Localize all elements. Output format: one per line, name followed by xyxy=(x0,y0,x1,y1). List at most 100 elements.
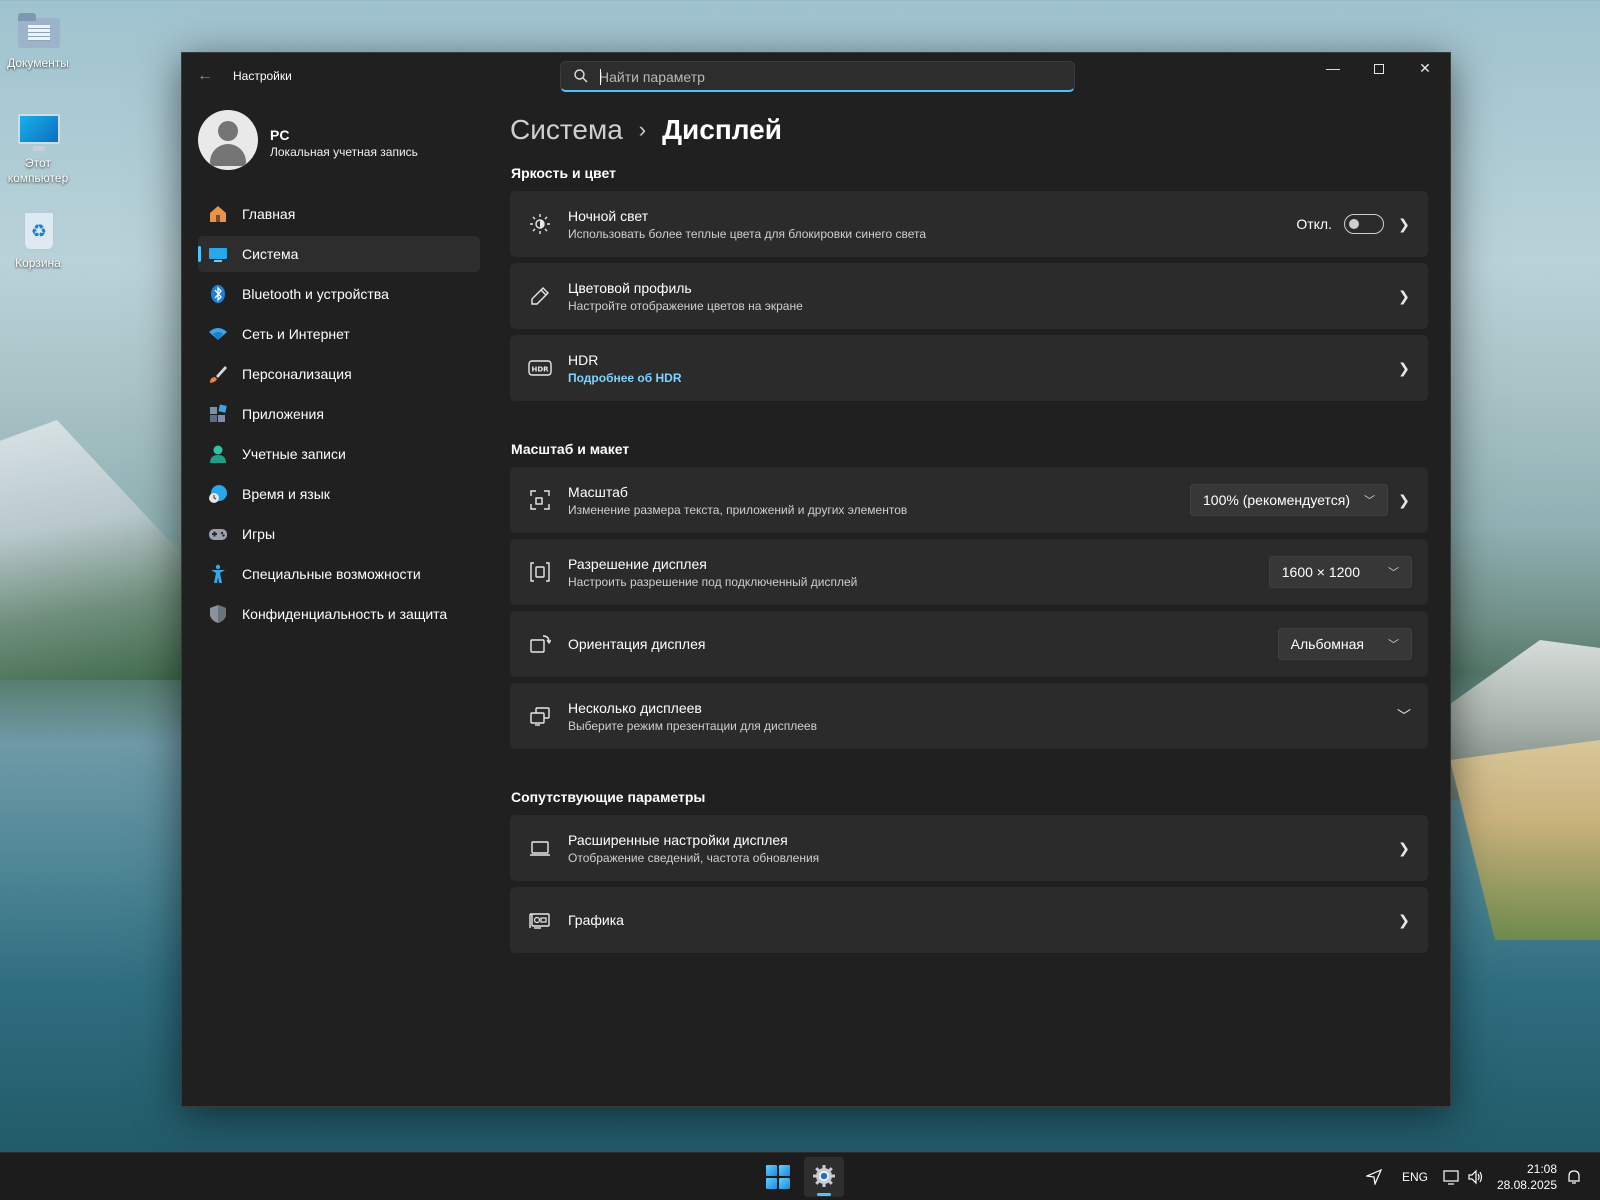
wifi-icon xyxy=(208,324,228,344)
sidebar-item-time-language[interactable]: Время и язык xyxy=(198,476,480,512)
sidebar-item-label: Конфиденциальность и защита xyxy=(242,606,448,622)
chevron-right-icon: ❯ xyxy=(1398,359,1410,376)
location-icon[interactable] xyxy=(1366,1153,1382,1200)
multiple-displays-card[interactable]: Несколько дисплеев Выберите режим презен… xyxy=(510,683,1428,749)
windows-logo-icon xyxy=(766,1165,777,1176)
network-icon[interactable] xyxy=(1443,1153,1461,1200)
desktop-icon-recycle-bin[interactable]: ♻ Корзина xyxy=(0,212,76,271)
chevron-down-icon: ﹀ xyxy=(1388,639,1399,651)
settings-window: ← Настройки — ✕ PC Локальная учетная зап… xyxy=(181,52,1451,1107)
sidebar-item-accessibility[interactable]: Специальные возможности xyxy=(198,556,480,592)
chevron-down-icon: ﹀ xyxy=(1397,708,1411,724)
desktop-icon-label: Корзина xyxy=(15,256,61,270)
night-light-card[interactable]: Ночной свет Использовать более теплые цв… xyxy=(510,191,1428,257)
chevron-right-icon: ❯ xyxy=(1398,911,1410,928)
system-icon xyxy=(208,244,228,264)
clock-date: 28.08.2025 xyxy=(1496,1178,1557,1192)
input-language[interactable]: ENG xyxy=(1402,1153,1428,1200)
notification-bell-icon[interactable] xyxy=(1566,1153,1582,1200)
section-title-scale-layout: Масштаб и макет xyxy=(511,441,630,457)
time-language-icon xyxy=(208,484,228,504)
sidebar-item-bluetooth[interactable]: Bluetooth и устройства xyxy=(198,276,480,312)
chevron-right-icon: ❯ xyxy=(1398,491,1410,508)
resolution-dropdown[interactable]: 1600 × 1200 ﹀ xyxy=(1268,556,1412,588)
hdr-card[interactable]: HDR HDR Подробнее об HDR ❯ xyxy=(510,335,1428,401)
section-title-related: Сопутствующие параметры xyxy=(511,789,706,805)
back-button[interactable]: ← xyxy=(192,63,218,89)
desktop-icon-documents[interactable]: Документы xyxy=(0,12,76,71)
sidebar-item-label: Bluetooth и устройства xyxy=(242,286,389,302)
orientation-title: Ориентация дисплея xyxy=(568,636,706,652)
resolution-icon xyxy=(528,560,552,584)
arrow-left-icon: ← xyxy=(197,67,213,84)
breadcrumb-separator: › xyxy=(638,117,647,142)
orientation-card[interactable]: Ориентация дисплея Альбомная ﹀ xyxy=(510,611,1428,677)
sidebar-item-network[interactable]: Сеть и Интернет xyxy=(198,316,480,352)
sidebar-item-label: Приложения xyxy=(242,406,324,422)
app-title: Настройки xyxy=(233,69,292,83)
hdr-learn-more-link[interactable]: Подробнее об HDR xyxy=(568,371,1388,385)
sidebar-item-accounts[interactable]: Учетные записи xyxy=(198,436,480,472)
search-box[interactable] xyxy=(560,61,1075,92)
orientation-dropdown[interactable]: Альбомная ﹀ xyxy=(1277,628,1412,660)
rotate-display-icon xyxy=(528,632,552,656)
sidebar-item-label: Игры xyxy=(242,526,276,542)
resolution-card[interactable]: Разрешение дисплея Настроить разрешение … xyxy=(510,539,1428,605)
taskbar: ENG 21:08 28.08.2025 xyxy=(0,1152,1600,1200)
sidebar-item-gaming[interactable]: Игры xyxy=(198,516,480,552)
chevron-down-icon: ﹀ xyxy=(1364,495,1375,507)
color-profile-subtitle: Настройте отображение цветов на экране xyxy=(568,298,803,313)
gamepad-icon xyxy=(208,524,228,544)
sidebar-item-system[interactable]: Система xyxy=(198,236,480,272)
wallpaper-hill-left xyxy=(0,420,190,680)
breadcrumb: Система › Дисплей xyxy=(510,109,1428,151)
apps-icon xyxy=(208,404,228,424)
sidebar-item-privacy[interactable]: Конфиденциальность и защита xyxy=(198,596,480,632)
laptop-icon xyxy=(528,836,552,860)
advanced-display-subtitle: Отображение сведений, частота обновления xyxy=(568,850,820,865)
breadcrumb-parent[interactable]: Система xyxy=(510,114,623,146)
hdr-icon: HDR xyxy=(528,356,552,380)
scale-title: Масштаб xyxy=(568,483,628,500)
advanced-display-card[interactable]: Расширенные настройки дисплея Отображени… xyxy=(510,815,1428,881)
shield-icon xyxy=(208,604,228,624)
sidebar-item-label: Главная xyxy=(242,206,296,222)
search-input[interactable] xyxy=(599,66,1059,88)
sidebar-item-personalization[interactable]: Персонализация xyxy=(198,356,480,392)
graphics-card[interactable]: Графика ❯ xyxy=(510,887,1428,953)
scale-dropdown-value: 100% (рекомендуется) xyxy=(1203,492,1350,508)
search-icon xyxy=(574,69,588,83)
resolution-title: Разрешение дисплея xyxy=(568,555,707,572)
sidebar-item-label: Сеть и Интернет xyxy=(242,326,350,342)
eyedropper-icon xyxy=(528,284,552,308)
sidebar-nav: Главная Система Bluetooth и устройства С… xyxy=(198,196,480,636)
chevron-right-icon: ❯ xyxy=(1398,215,1410,232)
night-light-toggle[interactable] xyxy=(1344,214,1384,234)
volume-icon[interactable] xyxy=(1467,1153,1485,1200)
start-button[interactable] xyxy=(766,1165,790,1189)
scale-card[interactable]: Масштаб Изменение размера текста, прилож… xyxy=(510,467,1428,533)
orientation-dropdown-value: Альбомная xyxy=(1290,636,1364,652)
minimize-button[interactable]: — xyxy=(1310,53,1356,85)
user-profile[interactable]: PC Локальная учетная запись xyxy=(198,110,478,172)
multiple-displays-subtitle: Выберите режим презентации для дисплеев xyxy=(568,718,817,733)
sidebar-item-home[interactable]: Главная xyxy=(198,196,480,232)
main-content: Система › Дисплей Яркость и цвет Ночной … xyxy=(510,109,1428,959)
multiple-displays-title: Несколько дисплеев xyxy=(568,699,702,716)
taskbar-settings-app[interactable] xyxy=(804,1157,844,1197)
close-button[interactable]: ✕ xyxy=(1402,53,1448,85)
scale-dropdown[interactable]: 100% (рекомендуется) ﹀ xyxy=(1190,484,1388,516)
color-profile-card[interactable]: Цветовой профиль Настройте отображение ц… xyxy=(510,263,1428,329)
desktop-icon-this-pc[interactable]: Этот компьютер xyxy=(0,112,76,186)
advanced-display-title: Расширенные настройки дисплея xyxy=(568,831,788,848)
recycle-bin-icon: ♻ xyxy=(16,212,60,252)
maximize-button[interactable] xyxy=(1356,53,1402,85)
graphics-card-icon xyxy=(528,908,552,932)
wallpaper-field-right xyxy=(1450,740,1600,940)
clock[interactable]: 21:08 28.08.2025 xyxy=(1497,1161,1557,1193)
sidebar-item-label: Система xyxy=(242,246,299,262)
night-light-state: Откл. xyxy=(1296,216,1332,232)
svg-text:HDR: HDR xyxy=(531,366,549,374)
computer-icon xyxy=(16,112,60,152)
sidebar-item-apps[interactable]: Приложения xyxy=(198,396,480,432)
